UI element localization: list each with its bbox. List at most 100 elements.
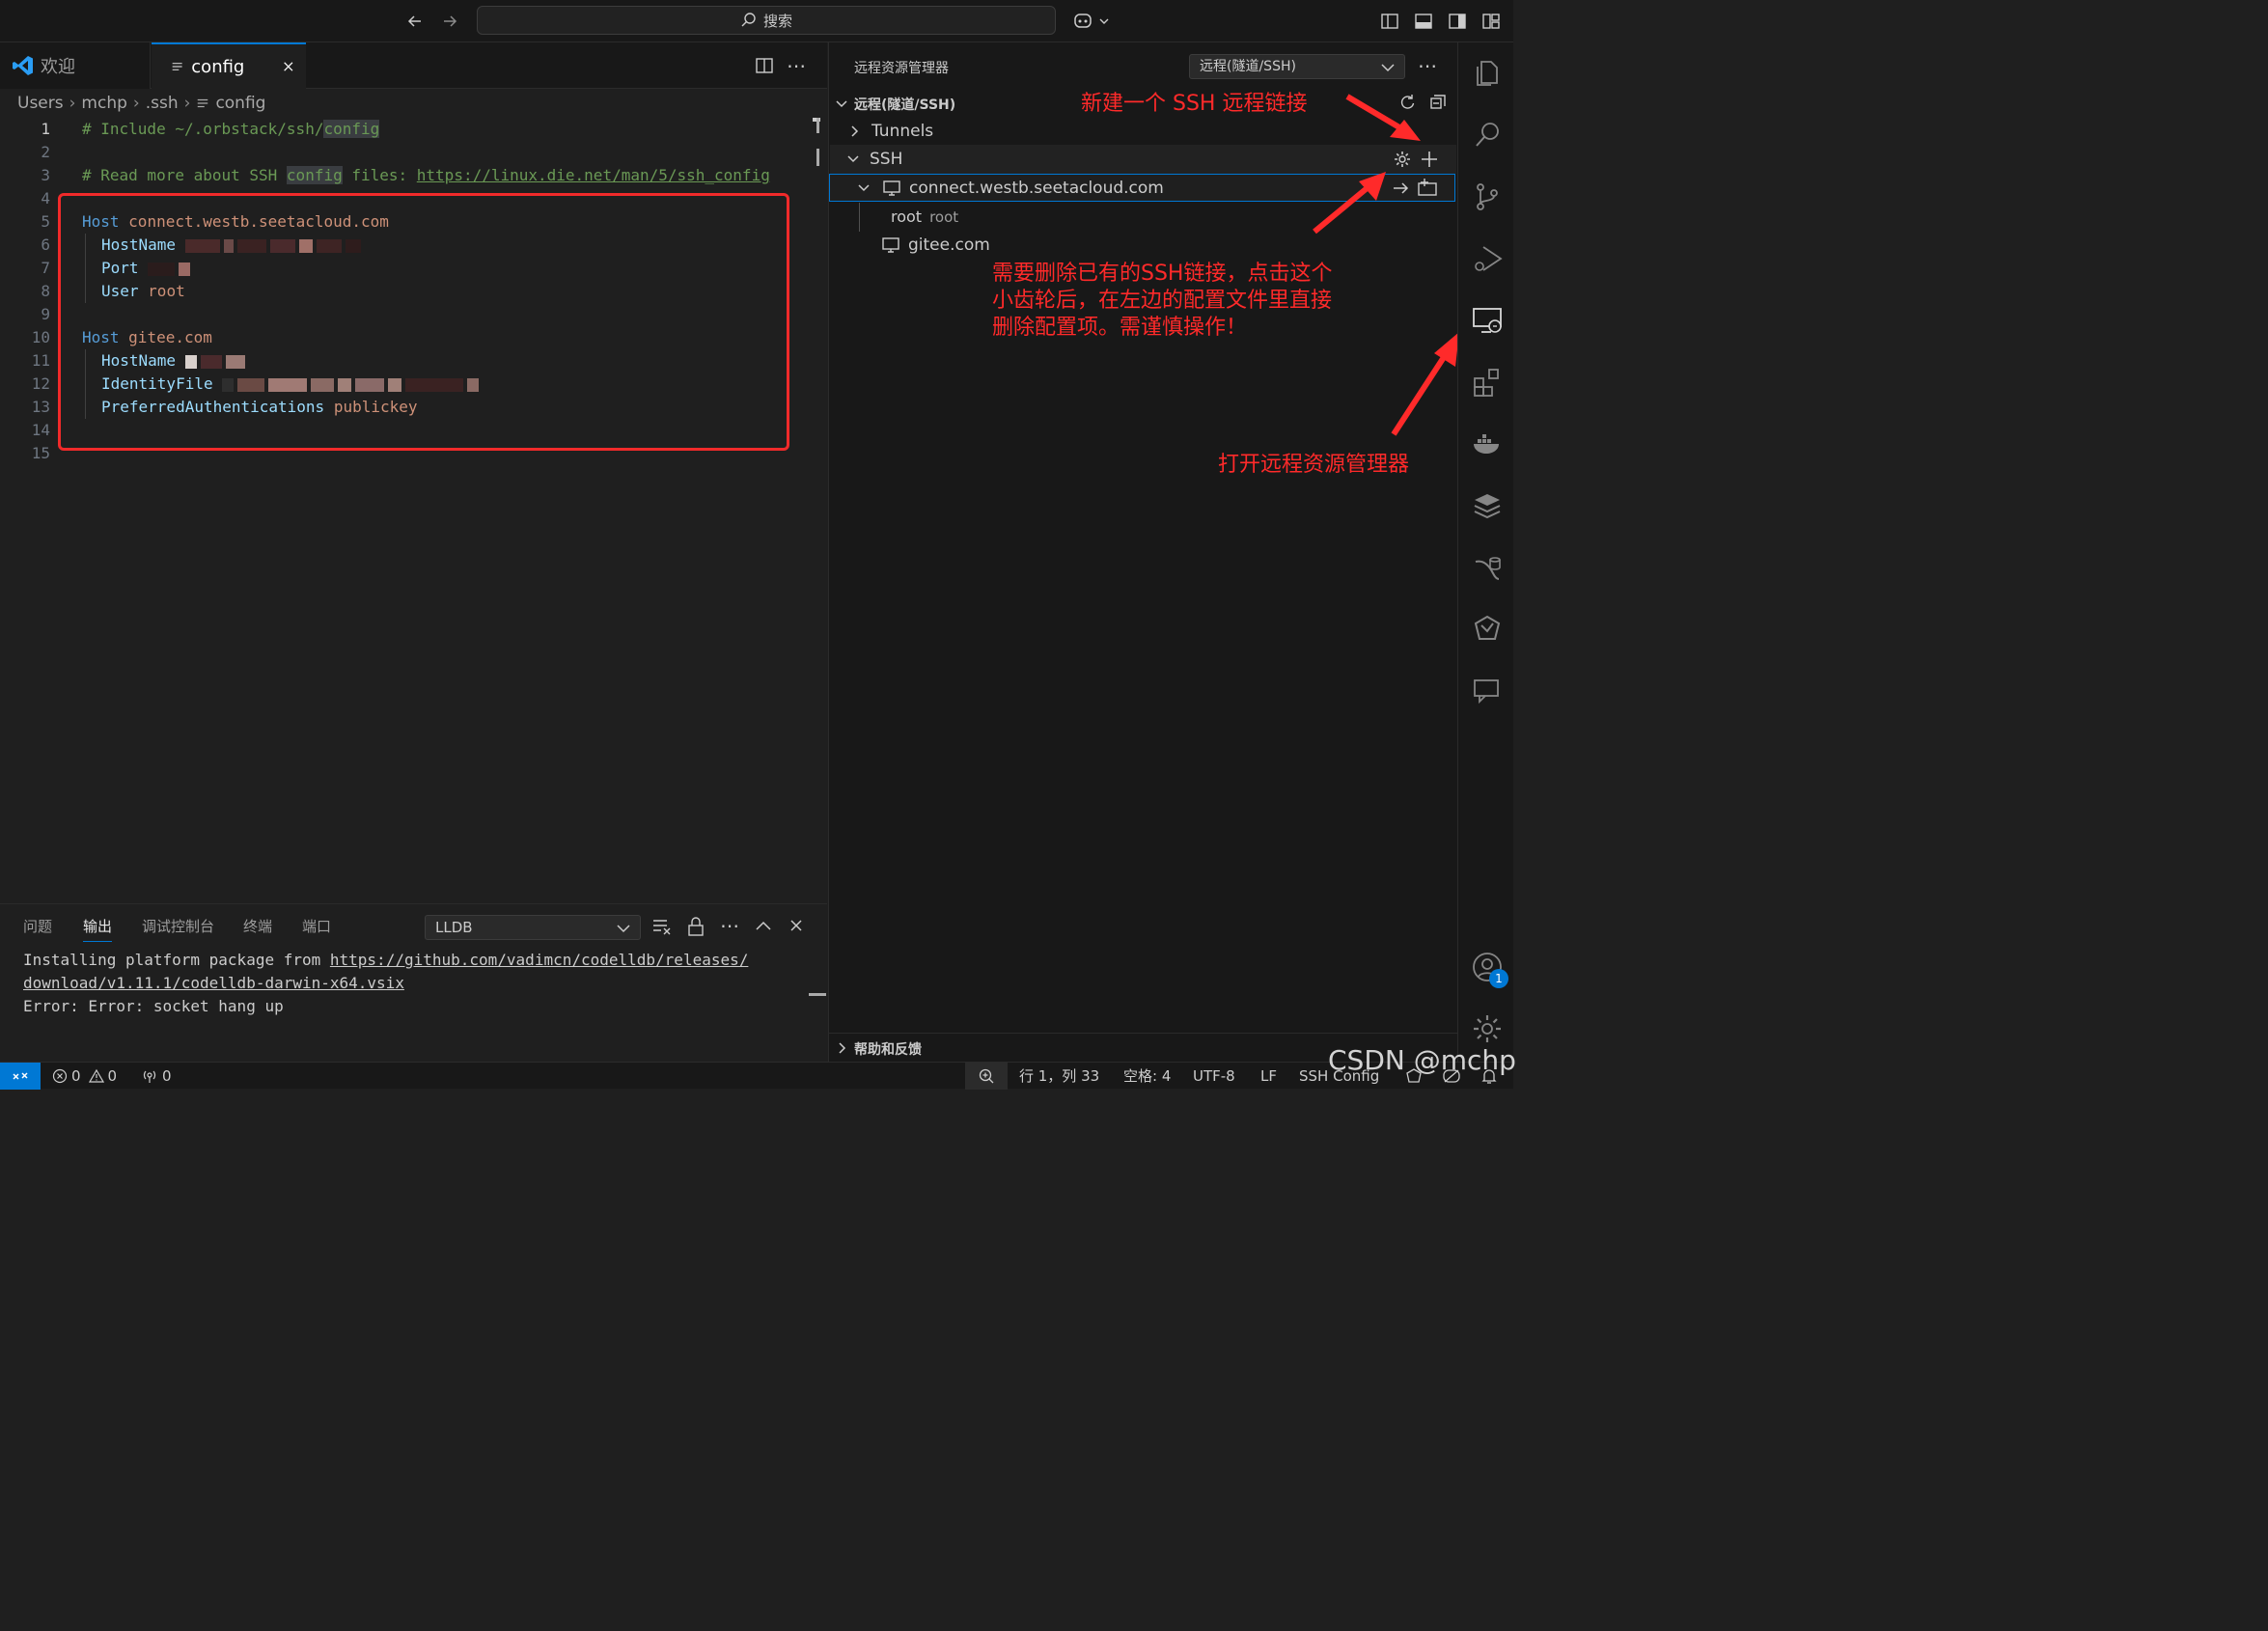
forward-arrow-icon[interactable] <box>438 0 461 45</box>
panel-tab-ports[interactable]: 端口 <box>302 916 331 936</box>
search-placeholder: 搜索 <box>762 12 792 30</box>
back-arrow-icon[interactable] <box>403 0 427 45</box>
ssh-config-link[interactable]: https://linux.die.net/man/5/ssh_config <box>417 166 770 184</box>
more-actions-icon[interactable]: ⋯ <box>720 914 741 937</box>
line-number: 3 <box>41 166 50 184</box>
broadcast-icon <box>143 1070 156 1083</box>
tree-item-root[interactable]: root root <box>891 207 958 226</box>
tree-item-host-westb-content: connect.westb.seetacloud.com <box>857 179 1164 198</box>
remote-type-value: 远程(隧道/SSH) <box>1200 59 1296 74</box>
accounts-badge: 1 <box>1489 969 1508 988</box>
tree-item-root-label: root <box>891 207 923 226</box>
panel-tab-problems[interactable]: 问题 <box>23 916 52 936</box>
codelldb-releases-link[interactable]: https://github.com/vadimcn/codelldb/rele… <box>330 951 748 969</box>
encoding-status[interactable]: UTF-8 <box>1193 1063 1235 1090</box>
panel-tab-terminal[interactable]: 终端 <box>243 916 272 936</box>
activity-bar: 1 <box>1457 42 1513 1062</box>
remote-indicator[interactable] <box>0 1063 41 1090</box>
mysql-icon[interactable] <box>1472 552 1503 583</box>
bottom-panel: 问题 输出 调试控制台 终端 端口 ⋯ Installing platform … <box>0 903 827 1062</box>
line-number: 7 <box>41 259 50 277</box>
tree-item-ssh[interactable]: SSH <box>846 150 902 169</box>
toggle-panel-icon[interactable] <box>1414 12 1437 31</box>
indentation-status[interactable]: 空格: 4 <box>1123 1063 1171 1090</box>
panel-scrollbar[interactable] <box>809 993 826 996</box>
more-actions-icon[interactable]: ⋯ <box>787 54 808 77</box>
chevron-right-icon: › <box>69 94 76 113</box>
chat-icon[interactable] <box>1472 676 1503 706</box>
split-editor-icon[interactable] <box>755 56 774 75</box>
gear-icon[interactable] <box>1393 150 1412 169</box>
chevron-right-icon: › <box>183 94 191 113</box>
line-number: 8 <box>41 282 50 300</box>
problems-status[interactable]: 0 0 <box>52 1063 117 1090</box>
test-flask-icon[interactable] <box>1472 614 1503 645</box>
docker-icon[interactable] <box>1472 428 1503 459</box>
tree-indent-guide <box>859 203 860 232</box>
host-westb-label: connect.westb.seetacloud.com <box>909 179 1164 198</box>
collapse-all-icon[interactable] <box>1429 94 1449 113</box>
tab-welcome[interactable]: 欢迎 <box>0 42 151 89</box>
remote-section-header[interactable]: 远程(隧道/SSH) <box>835 95 955 114</box>
output-line: download/v1.11.1/codelldb-darwin-x64.vsi… <box>23 974 404 992</box>
run-debug-icon[interactable] <box>1472 243 1503 274</box>
output-channel-select[interactable]: LLDB <box>425 915 641 940</box>
more-actions-icon[interactable]: ⋯ <box>1418 54 1437 77</box>
database-icon[interactable] <box>1472 490 1503 521</box>
chevron-right-icon <box>839 1042 846 1054</box>
explorer-icon[interactable] <box>1472 58 1503 89</box>
panel-tab-debug-console[interactable]: 调试控制台 <box>142 916 214 936</box>
line-number: 6 <box>41 235 50 254</box>
codelldb-download-link[interactable]: download/v1.11.1/codelldb-darwin-x64.vsi… <box>23 974 404 992</box>
host-gitee-label: gitee.com <box>908 235 990 255</box>
status-bar: 0 0 0 行 1，列 33 空格: 4 UTF-8 LF SSH Config <box>0 1062 1513 1090</box>
connect-arrow-icon[interactable] <box>1392 180 1411 197</box>
tree-item-ssh-label: SSH <box>870 150 903 169</box>
breadcrumb-config[interactable]: config <box>215 94 265 113</box>
toggle-primary-sidebar-icon[interactable] <box>1380 12 1403 31</box>
chevron-right-icon <box>851 125 859 137</box>
command-center-search[interactable]: 搜索 <box>477 6 1056 35</box>
code-line-1: # Include ~/.orbstack/ssh/config <box>82 120 380 138</box>
panel-tab-output[interactable]: 输出 <box>83 916 113 942</box>
error-icon <box>52 1068 68 1084</box>
annotation-new-ssh: 新建一个 SSH 远程链接 <box>1081 92 1308 116</box>
vscode-logo-icon <box>13 56 33 75</box>
extensions-icon[interactable] <box>1472 367 1503 398</box>
ports-status[interactable]: 0 <box>141 1063 172 1090</box>
chevron-down-icon <box>858 184 870 192</box>
search-icon[interactable] <box>1472 120 1503 151</box>
chevron-down-icon <box>836 100 847 108</box>
customize-layout-icon[interactable] <box>1481 12 1505 31</box>
line-number: 10 <box>31 328 50 346</box>
editor-scrollbar[interactable] <box>809 118 822 176</box>
clear-output-icon[interactable] <box>652 918 674 937</box>
tree-item-host-gitee[interactable]: gitee.com <box>881 235 990 255</box>
cursor-position[interactable]: 行 1，列 33 <box>1019 1063 1099 1090</box>
lock-icon[interactable] <box>687 916 706 937</box>
monitor-icon <box>882 237 899 253</box>
remote-explorer-icon[interactable] <box>1472 305 1503 336</box>
tree-item-tunnels[interactable]: Tunnels <box>848 122 933 141</box>
copilot-icon[interactable] <box>1073 12 1112 31</box>
breadcrumb-ssh[interactable]: .ssh <box>146 94 179 113</box>
refresh-icon[interactable] <box>1398 94 1418 113</box>
plus-icon[interactable] <box>1420 150 1439 169</box>
eol-status[interactable]: LF <box>1260 1063 1277 1090</box>
open-in-new-window-icon[interactable] <box>1417 178 1440 197</box>
toggle-secondary-sidebar-icon[interactable] <box>1448 12 1471 31</box>
manage-gear-icon[interactable] <box>1472 1013 1503 1044</box>
close-panel-icon[interactable] <box>789 918 805 933</box>
remote-type-select[interactable]: 远程(隧道/SSH) <box>1189 54 1405 79</box>
maximize-panel-icon[interactable] <box>755 918 774 933</box>
search-icon <box>741 13 756 27</box>
breadcrumb-mchp[interactable]: mchp <box>81 94 126 113</box>
tree-item-tunnels-label: Tunnels <box>871 122 934 141</box>
zoom-status[interactable] <box>965 1063 1008 1090</box>
source-control-icon[interactable] <box>1472 181 1503 212</box>
output-line: Installing platform package from https:/… <box>23 951 749 969</box>
breadcrumb-users[interactable]: Users <box>17 94 64 113</box>
close-icon[interactable] <box>283 60 294 73</box>
tab-config[interactable]: config <box>152 42 306 89</box>
chevron-right-icon: › <box>132 94 140 113</box>
